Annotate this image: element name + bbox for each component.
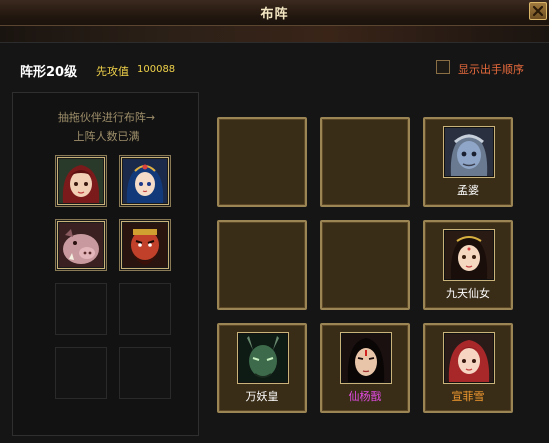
green-demon-king-portrait-icon bbox=[239, 334, 287, 382]
attack-first-label: 先攻值 bbox=[96, 65, 129, 78]
show-order-checkbox[interactable] bbox=[436, 60, 450, 74]
bench-slot-4[interactable] bbox=[119, 219, 171, 271]
formation-panel: 阵形20级 先攻值 100088 显示出手顺序 抽拖伙伴进行布阵→ 上阵人数已满 bbox=[0, 42, 549, 443]
hero-name: 宣菲雪 bbox=[451, 390, 485, 403]
grid-cell-7[interactable]: 万妖皇 bbox=[217, 323, 307, 413]
bench-slot-6[interactable] bbox=[119, 283, 171, 335]
blue-hair-girl-portrait-icon bbox=[123, 159, 167, 203]
blue-skin-old-woman-portrait-icon bbox=[445, 128, 493, 176]
attack-first-value: 100088 bbox=[137, 64, 176, 75]
fairy-portrait-icon bbox=[445, 231, 493, 279]
hero-name: 仙杨戬 bbox=[348, 390, 382, 403]
hero-portrait bbox=[443, 126, 495, 178]
window-title: 布阵 bbox=[260, 7, 289, 22]
grid-cell-2[interactable] bbox=[320, 117, 410, 207]
close-icon bbox=[532, 5, 544, 17]
grid-cell-6[interactable]: 九天仙女 bbox=[423, 220, 513, 310]
bench-slot-2[interactable] bbox=[119, 155, 171, 207]
hero-name: 九天仙女 bbox=[446, 287, 490, 300]
grid-cell-1[interactable] bbox=[217, 117, 307, 207]
close-button[interactable] bbox=[529, 2, 547, 20]
red-bearded-warrior-portrait-icon bbox=[123, 223, 167, 267]
red-hair-girl-portrait-icon bbox=[445, 334, 493, 382]
hero-portrait bbox=[443, 229, 495, 281]
bench-hint-line2: 上阵人数已满 bbox=[73, 130, 140, 143]
grid-cell-5[interactable] bbox=[320, 220, 410, 310]
hero-name: 孟婆 bbox=[457, 184, 479, 197]
hero-name: 万妖皇 bbox=[245, 390, 279, 403]
hero-portrait bbox=[237, 332, 289, 384]
bench-slot-1[interactable] bbox=[55, 155, 107, 207]
bench-slot-5[interactable] bbox=[55, 283, 107, 335]
bench-slot-8[interactable] bbox=[119, 347, 171, 399]
grid-cell-4[interactable] bbox=[217, 220, 307, 310]
hero-portrait bbox=[340, 332, 392, 384]
hero-portrait bbox=[443, 332, 495, 384]
grid-cell-3[interactable]: 孟婆 bbox=[423, 117, 513, 207]
grid-cell-9[interactable]: 宣菲雪 bbox=[423, 323, 513, 413]
title-bar: 布阵 bbox=[0, 0, 549, 26]
grid-cell-8[interactable]: 仙杨戬 bbox=[320, 323, 410, 413]
red-hair-girl-portrait-icon bbox=[59, 159, 103, 203]
bench-slot-7[interactable] bbox=[55, 347, 107, 399]
formation-level-label: 阵形20级 bbox=[20, 65, 78, 80]
decorative-band bbox=[0, 26, 549, 42]
show-order-label[interactable]: 显示出手顺序 bbox=[458, 61, 524, 77]
bench-slot-3[interactable] bbox=[55, 219, 107, 271]
partner-bench: 抽拖伙伴进行布阵→ 上阵人数已满 bbox=[12, 92, 199, 436]
yang-jian-portrait-icon bbox=[342, 334, 390, 382]
boar-demon-portrait-icon bbox=[59, 223, 103, 267]
bench-hint-line1: 抽拖伙伴进行布阵→ bbox=[57, 111, 156, 124]
